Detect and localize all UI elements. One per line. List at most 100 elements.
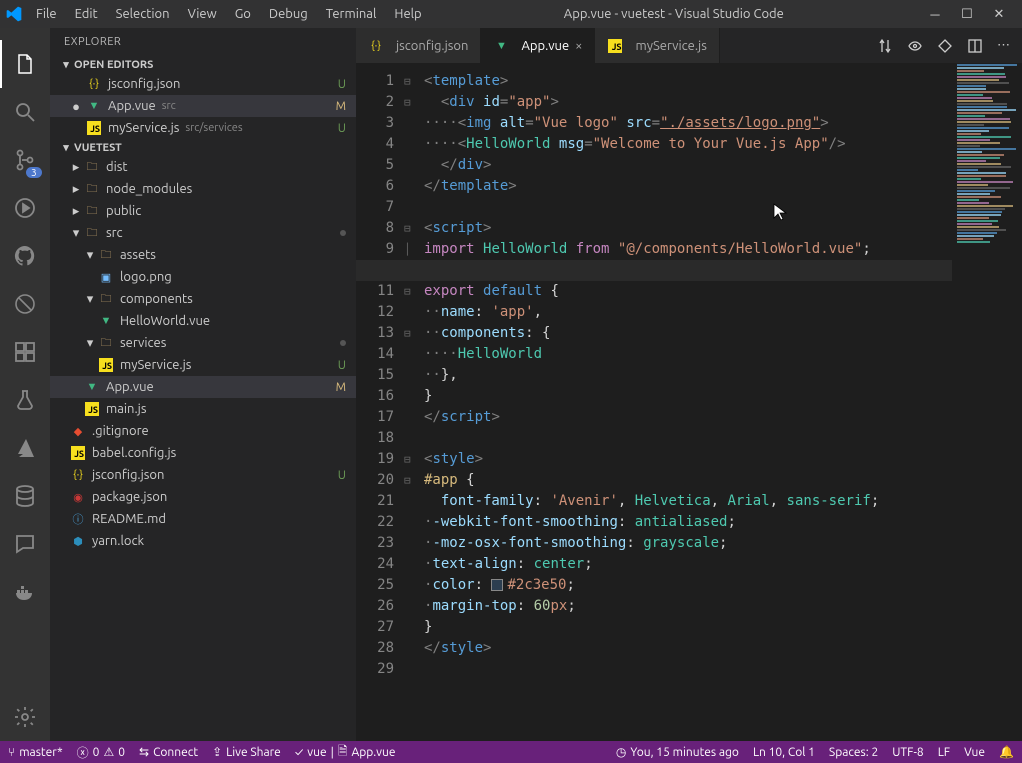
- encoding[interactable]: UTF-8: [892, 746, 923, 759]
- split-editor-icon[interactable]: [967, 38, 983, 54]
- file-item[interactable]: ▼HelloWorld.vue: [50, 310, 356, 332]
- file-item[interactable]: ▣logo.png: [50, 266, 356, 288]
- file-item[interactable]: ◉package.json: [50, 486, 356, 508]
- connect[interactable]: ⇆ Connect: [139, 745, 198, 759]
- more-icon[interactable]: ⋯: [997, 38, 1010, 53]
- compare-icon[interactable]: [877, 38, 893, 54]
- minimap[interactable]: [952, 63, 1022, 741]
- menu-bar: File Edit Selection View Go Debug Termin…: [28, 5, 430, 23]
- menu-help[interactable]: Help: [386, 5, 429, 23]
- language-mode[interactable]: Vue: [964, 746, 985, 759]
- github-icon[interactable]: [0, 232, 50, 280]
- format-icon[interactable]: [937, 38, 953, 54]
- git-status: M: [336, 100, 346, 113]
- project-header[interactable]: ▾VUETEST: [50, 139, 356, 156]
- git-dot-icon: [340, 340, 346, 346]
- preview-icon[interactable]: [907, 38, 923, 54]
- scm-badge: 3: [26, 167, 42, 178]
- folder-item[interactable]: ▾🗀components: [50, 288, 356, 310]
- folder-item[interactable]: ▸🗀public: [50, 200, 356, 222]
- file-item[interactable]: ⬢yarn.lock: [50, 530, 356, 552]
- chevron-icon[interactable]: ▸: [70, 182, 82, 197]
- open-editor-item[interactable]: {·}jsconfig.jsonU: [50, 73, 356, 95]
- file-item[interactable]: {·}jsconfig.jsonU: [50, 464, 356, 486]
- open-editor-item[interactable]: JSmyService.jssrc/servicesU: [50, 117, 356, 139]
- folder-item[interactable]: ▾🗀assets: [50, 244, 356, 266]
- folder-item[interactable]: ▾🗀services: [50, 332, 356, 354]
- minimize-icon[interactable]: ─: [928, 7, 942, 21]
- tab-close-icon[interactable]: ×: [575, 39, 582, 53]
- lang-server[interactable]: ✓ vue | 🗎 App.vue: [295, 742, 396, 763]
- close-icon[interactable]: ✕: [992, 7, 1006, 21]
- chevron-icon[interactable]: ▾: [70, 226, 82, 241]
- git-dot-icon: [340, 230, 346, 236]
- settings-gear-icon[interactable]: [0, 693, 50, 741]
- file-item[interactable]: JSmyService.jsU: [50, 354, 356, 376]
- chevron-icon[interactable]: ▸: [70, 160, 82, 175]
- file-item[interactable]: ▼App.vueM: [50, 376, 356, 398]
- file-item[interactable]: ◆.gitignore: [50, 420, 356, 442]
- editor-tab[interactable]: JSmyService.js: [595, 28, 719, 63]
- liveshare[interactable]: ⇪ Live Share: [212, 745, 281, 759]
- menu-edit[interactable]: Edit: [67, 5, 106, 23]
- database-icon[interactable]: [0, 472, 50, 520]
- cursor-position[interactable]: Ln 10, Col 1: [753, 746, 815, 759]
- no-bug-icon[interactable]: [0, 280, 50, 328]
- folder-item[interactable]: ▸🗀dist: [50, 156, 356, 178]
- project-label: VUETEST: [74, 142, 122, 154]
- window-title: App.vue - vuetest - Visual Studio Code: [430, 7, 918, 21]
- folder-item[interactable]: ▸🗀node_modules: [50, 178, 356, 200]
- menu-file[interactable]: File: [28, 5, 65, 23]
- file-name: myService.js: [108, 121, 179, 135]
- fold-gutter[interactable]: ⊟⊟⊟│⊟⊟⊟⊟: [404, 63, 422, 741]
- menu-go[interactable]: Go: [227, 5, 259, 23]
- chevron-icon[interactable]: ▾: [84, 248, 96, 263]
- menu-terminal[interactable]: Terminal: [318, 5, 385, 23]
- file-item[interactable]: JSmain.js: [50, 398, 356, 420]
- explorer-icon[interactable]: [0, 40, 50, 88]
- chevron-icon[interactable]: ▸: [70, 204, 82, 219]
- git-branch[interactable]: ⑂ master*: [8, 746, 63, 759]
- maximize-icon[interactable]: ☐: [960, 7, 974, 21]
- menu-view[interactable]: View: [180, 5, 225, 23]
- file-item[interactable]: JSbabel.config.js: [50, 442, 356, 464]
- code-area[interactable]: 1234567891011121314151617181920212223242…: [356, 63, 1022, 741]
- editor-tab[interactable]: ▼App.vue×: [481, 28, 595, 63]
- tab-label: App.vue: [521, 39, 569, 53]
- folder-item[interactable]: ▾🗀src: [50, 222, 356, 244]
- test-icon[interactable]: [0, 376, 50, 424]
- problems[interactable]: ⓧ 0 ⚠ 0: [77, 744, 125, 761]
- menu-selection[interactable]: Selection: [108, 5, 178, 23]
- notifications-icon[interactable]: 🔔: [999, 745, 1014, 759]
- search-icon[interactable]: [0, 88, 50, 136]
- file-name: src: [106, 226, 123, 240]
- open-editors-header[interactable]: ▾OPEN EDITORS: [50, 56, 356, 73]
- editor-actions: ⋯: [865, 28, 1022, 63]
- eol[interactable]: LF: [938, 746, 950, 759]
- sidebar-title: EXPLORER: [50, 28, 356, 56]
- indent[interactable]: Spaces: 2: [829, 746, 878, 759]
- menu-debug[interactable]: Debug: [261, 5, 316, 23]
- file-name: README.md: [92, 512, 166, 526]
- editor-tabs: {·}jsconfig.json▼App.vue×JSmyService.js …: [356, 28, 1022, 63]
- git-status: M: [336, 381, 346, 394]
- open-editors-list: {·}jsconfig.jsonU●▼App.vuesrcMJSmyServic…: [50, 73, 356, 139]
- docker-icon[interactable]: [0, 568, 50, 616]
- source-control-icon[interactable]: 3: [0, 136, 50, 184]
- chat-icon[interactable]: [0, 520, 50, 568]
- azure-icon[interactable]: [0, 424, 50, 472]
- file-name: dist: [106, 160, 128, 174]
- code-content[interactable]: <template> <div id="app"> ····<img alt="…: [422, 63, 879, 741]
- open-editor-item[interactable]: ●▼App.vuesrcM: [50, 95, 356, 117]
- chevron-icon[interactable]: ▾: [84, 292, 96, 307]
- chevron-icon[interactable]: ▾: [84, 336, 96, 351]
- file-name: package.json: [92, 490, 167, 504]
- git-blame[interactable]: ◷ You, 15 minutes ago: [616, 745, 739, 759]
- extensions-icon[interactable]: [0, 328, 50, 376]
- editor-tab[interactable]: {·}jsconfig.json: [356, 28, 481, 63]
- debug-icon[interactable]: [0, 184, 50, 232]
- file-item[interactable]: ⓘREADME.md: [50, 508, 356, 530]
- vscode-logo-icon: [6, 6, 22, 22]
- file-name: logo.png: [120, 270, 172, 284]
- close-icon[interactable]: ●: [68, 99, 84, 114]
